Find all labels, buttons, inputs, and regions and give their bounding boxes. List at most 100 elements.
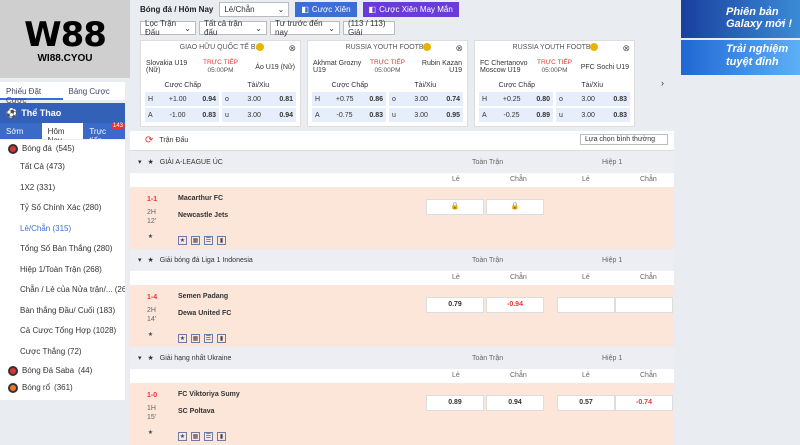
chart-icon[interactable]: ▮ xyxy=(217,333,226,343)
market-item[interactable]: Chẵn / Lẻ của Nửa trận/... (263) xyxy=(0,280,125,301)
favorite-icon[interactable]: ★ xyxy=(178,333,187,343)
market-item[interactable]: Cả Cược Tổng Hợp (1028) xyxy=(0,321,125,342)
odds-row: A -0.75 0.83 u 3.00 0.95 xyxy=(308,107,467,123)
market-item[interactable]: Tỷ Số Chính Xác (280) xyxy=(0,198,125,219)
tab-early[interactable]: Sớm xyxy=(0,123,42,139)
league-header[interactable]: ▾ ★ GIẢI A-LEAGUE ÚC Toàn Trận Hiệp 1 xyxy=(130,151,674,173)
sports-header: ⚽ Thể Thao xyxy=(0,103,125,123)
star-icon[interactable]: ★ xyxy=(146,233,155,242)
total-odd[interactable]: u 3.00 0.94 xyxy=(222,108,296,122)
odd-cell[interactable]: 🔒 xyxy=(486,199,544,215)
handicap-odd[interactable]: A -0.25 0.89 xyxy=(479,108,553,122)
refresh-icon[interactable]: ⟳ xyxy=(145,135,153,146)
total-odd[interactable]: u 3.00 0.95 xyxy=(389,108,463,122)
league-header[interactable]: ▾ ★ Giải bóng đá Liga 1 Indonesia Toàn Tr… xyxy=(130,249,674,271)
sports-list: Bóng đá (545) Tất Cả (473) 1X2 (331) Tỷ S… xyxy=(0,140,125,400)
list-icon[interactable]: ☰ xyxy=(204,333,213,343)
time-order-select[interactable]: Tư trước đến nay ⌄ xyxy=(270,19,340,37)
pin-icon[interactable]: ⊗ xyxy=(455,43,463,54)
card-home-team: FC Chertanovo Moscow U19 xyxy=(480,60,528,74)
match-filter[interactable]: Lọc Trận Đấu ⌄ xyxy=(140,19,196,37)
pin-icon[interactable]: ⊗ xyxy=(288,43,296,54)
side: o xyxy=(225,95,229,103)
lucky-parlay-button[interactable]: ◧ Cược Xiên May Mắn xyxy=(362,1,459,17)
star-icon[interactable]: ★ xyxy=(148,354,154,362)
market-select[interactable]: Lẻ/Chẵn ⌄ xyxy=(219,1,290,17)
market-item[interactable]: Tổng Số Bàn Thắng (280) xyxy=(0,239,125,260)
tab-live[interactable]: Trực tiếp143 xyxy=(83,123,126,145)
total-odd[interactable]: o 3.00 0.74 xyxy=(389,92,463,106)
odd-cell[interactable] xyxy=(615,297,673,313)
odd-cell[interactable]: 🔒 xyxy=(426,199,484,215)
odd-cell[interactable]: 0.94 xyxy=(486,395,544,411)
favorite-icon[interactable]: ★ xyxy=(178,235,187,245)
site-logo[interactable]: W88 WI88.CYOU xyxy=(0,0,130,78)
chevron-right-icon[interactable]: › xyxy=(661,78,670,88)
market-item[interactable]: Tất Cả (473) xyxy=(0,157,125,178)
league-name: GIẢI A-LEAGUE ÚC xyxy=(159,158,223,166)
market-item-active[interactable]: Lẻ/Chẵn (315) xyxy=(0,219,125,240)
list-icon[interactable]: ☰ xyxy=(204,235,213,245)
filter-label: Tất cả trận đấu xyxy=(204,19,243,37)
sport-football[interactable]: Bóng đá (545) xyxy=(0,140,125,157)
tab-bet-slip[interactable]: Phiếu Đặt Cược xyxy=(0,82,63,105)
match-table: ⟳ Trận Đấu Lựa chọn bình thường ▾ ★ GIẢI … xyxy=(130,131,674,445)
live-card[interactable]: ⊗ RUSSIA YOUTH FOOTB... Akhmat Grozny U1… xyxy=(307,40,468,127)
stats-icon[interactable]: ▦ xyxy=(191,235,200,245)
league-count[interactable]: (113 / 113) Giải xyxy=(343,19,395,37)
odds-row: A -0.25 0.89 u 3.00 0.83 xyxy=(475,107,634,123)
even-label: Chẵn xyxy=(640,372,657,379)
star-icon[interactable]: ★ xyxy=(148,256,154,264)
collapse-icon[interactable]: ▾ xyxy=(138,158,142,166)
odd-cell[interactable]: 0.57 xyxy=(557,395,615,411)
market-item[interactable]: Hiệp 1/Toàn Trận (268) xyxy=(0,260,125,281)
market-item[interactable]: 1X2 (331) xyxy=(0,178,125,199)
line: 3.00 xyxy=(247,111,261,119)
odd-cell[interactable]: 0.79 xyxy=(426,297,484,313)
handicap-odd[interactable]: A -1.00 0.83 xyxy=(145,108,219,122)
galaxy-banner[interactable]: Phiên bản Galaxy mới ! xyxy=(681,0,800,38)
star-icon[interactable]: ★ xyxy=(148,158,154,166)
market-item[interactable]: Cược Thắng (72) xyxy=(0,342,125,363)
odd-cell[interactable] xyxy=(557,297,615,313)
collapse-icon[interactable]: ▾ xyxy=(138,354,142,362)
stats-icon[interactable]: ▦ xyxy=(191,333,200,343)
sport-basketball[interactable]: Bóng rổ (361) xyxy=(0,379,125,396)
odd-cell[interactable]: -0.74 xyxy=(615,395,673,411)
handicap-odd[interactable]: A -0.75 0.83 xyxy=(312,108,386,122)
handicap-odd[interactable]: H +0.25 0.80 xyxy=(479,92,553,106)
tab-today[interactable]: Hôm Nay xyxy=(41,123,84,145)
odd-value: 🔒 xyxy=(510,203,520,210)
all-matches-select[interactable]: Tất cả trận đấu ⌄ xyxy=(199,19,267,37)
stats-icon[interactable]: ▦ xyxy=(191,431,200,441)
total-odd[interactable]: o 3.00 0.81 xyxy=(222,92,296,106)
league-header[interactable]: ▾ ★ Giải hạng nhất Ukraine Toàn Trận Hiệp… xyxy=(130,347,674,369)
odd-value: 0.94 xyxy=(508,399,522,406)
chevron-down-icon: ⌄ xyxy=(184,23,191,33)
live-card[interactable]: ⊗ GIAO HỮU QUỐC TẾ B... Slovakia U19 (Nữ… xyxy=(140,40,301,127)
handicap-odd[interactable]: H +0.75 0.86 xyxy=(312,92,386,106)
odd-cell[interactable]: 0.89 xyxy=(426,395,484,411)
market-item[interactable]: Bàn thắng Đầu/ Cuối (183) xyxy=(0,301,125,322)
odd-cell[interactable]: -0.94 xyxy=(486,297,544,313)
sort-select[interactable]: Lựa chọn bình thường xyxy=(580,134,668,145)
total-odd[interactable]: o 3.00 0.83 xyxy=(556,92,630,106)
list-icon[interactable]: ☰ xyxy=(204,431,213,441)
total-odd[interactable]: u 3.00 0.83 xyxy=(556,108,630,122)
chart-icon[interactable]: ▮ xyxy=(217,431,226,441)
pin-icon[interactable]: ⊗ xyxy=(622,43,630,54)
sport-saba[interactable]: Bóng Đá Saba (44) xyxy=(0,362,125,379)
card-competition: GIAO HỮU QUỐC TẾ B... xyxy=(179,44,262,51)
chart-icon[interactable]: ▮ xyxy=(217,235,226,245)
handicap-odd[interactable]: H +1.00 0.94 xyxy=(145,92,219,106)
collapse-icon[interactable]: ▾ xyxy=(138,256,142,264)
star-icon[interactable]: ★ xyxy=(146,331,155,340)
favorite-icon[interactable]: ★ xyxy=(178,431,187,441)
tab-bet-list[interactable]: Bảng Cược xyxy=(63,82,126,100)
league-block: ▾ ★ GIẢI A-LEAGUE ÚC Toàn Trận Hiệp 1 Lẻ … xyxy=(130,151,674,249)
live-card[interactable]: ⊗ RUSSIA YOUTH FOOTB... FC Chertanovo Mo… xyxy=(474,40,635,127)
away-team: Dewa United FC xyxy=(178,310,232,317)
star-icon[interactable]: ★ xyxy=(146,429,155,438)
parlay-button[interactable]: ◧ Cược Xiên xyxy=(295,1,357,17)
experience-banner[interactable]: Trải nghiệm tuyệt đỉnh xyxy=(681,40,800,75)
